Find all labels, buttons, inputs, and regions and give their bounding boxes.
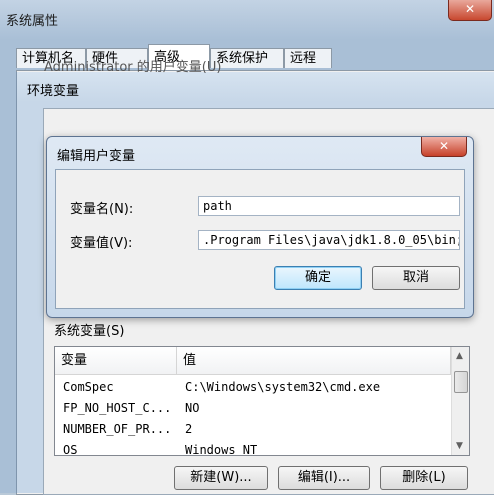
column-header-variable[interactable]: 变量 [55,347,177,375]
dialog-body: 变量名(N): path 变量值(V): .Program Files\java… [55,169,465,309]
ok-button[interactable]: 确定 [274,266,362,290]
new-button[interactable]: 新建(W)... [174,466,268,490]
row-variable: ComSpec [63,380,114,394]
variable-name-label: 变量名(N): [70,202,134,217]
column-header-value[interactable]: 值 [177,347,451,375]
system-variables-table[interactable]: 变量 值 ComSpec C:\Windows\system32\cmd.exe… [54,346,470,456]
edit-user-variable-dialog: 编辑用户变量 ✕ 变量名(N): path 变量值(V): .Program F… [46,136,474,318]
variable-name-input[interactable]: path [198,196,460,216]
vertical-scrollbar[interactable]: ▲ ▼ [451,347,469,455]
cancel-button[interactable]: 取消 [372,266,460,290]
window-title: 系统属性 [6,14,59,29]
user-variables-label: Administrator 的用户变量(U) [44,60,222,75]
window-title: 环境变量 [27,84,80,99]
edit-button[interactable]: 编辑(I)... [278,466,370,490]
variable-value-input[interactable]: .Program Files\java\jdk1.8.0_05\bin; [198,230,460,250]
scroll-thumb[interactable] [454,371,468,393]
tab-remote[interactable]: 远程 [284,48,332,68]
close-icon[interactable]: ✕ [448,0,492,21]
row-variable: OS [63,443,78,456]
scroll-up-icon[interactable]: ▲ [456,351,463,361]
table-row[interactable]: OS Windows_NT [55,440,451,456]
dialog-title: 编辑用户变量 [57,149,136,164]
row-value: C:\Windows\system32\cmd.exe [185,380,381,394]
table-row[interactable]: ComSpec C:\Windows\system32\cmd.exe [55,377,451,397]
close-icon[interactable]: ✕ [421,137,467,157]
row-value: NO [185,401,200,415]
scroll-down-icon[interactable]: ▼ [456,441,463,451]
row-variable: FP_NO_HOST_C... [63,401,172,415]
row-value: Windows_NT [185,443,258,456]
variable-value-label: 变量值(V): [70,236,133,251]
table-row[interactable]: FP_NO_HOST_C... NO [55,398,451,418]
table-row[interactable]: NUMBER_OF_PR... 2 [55,419,451,439]
row-variable: NUMBER_OF_PR... [63,422,172,436]
row-value: 2 [185,422,193,436]
system-variables-label: 系统变量(S) [54,324,125,339]
delete-button[interactable]: 删除(L) [380,466,468,490]
